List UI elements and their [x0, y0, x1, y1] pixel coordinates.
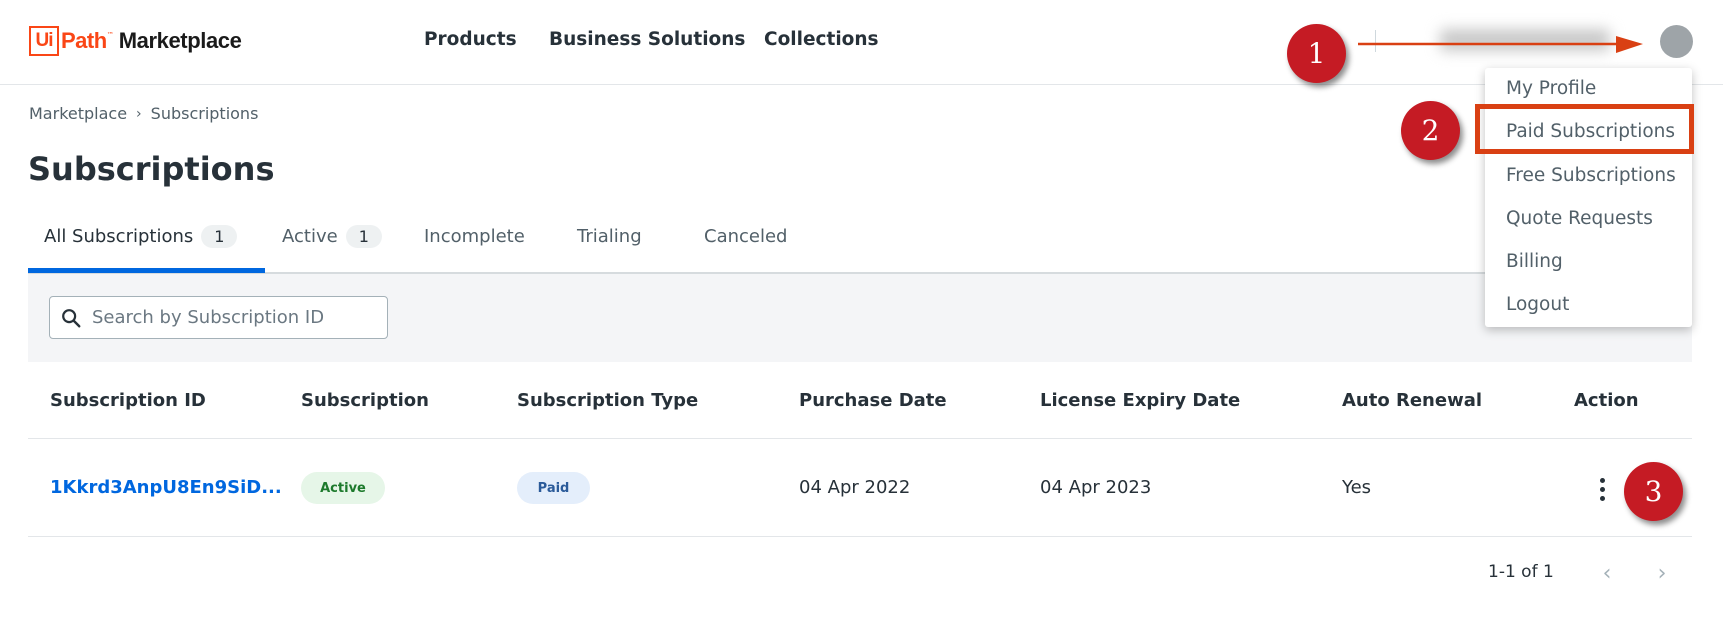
- logo-ui-mark: Ui: [29, 26, 59, 56]
- breadcrumb: Marketplace › Subscriptions: [29, 104, 258, 123]
- table-row-divider: [28, 536, 1692, 537]
- tab-all-subscriptions[interactable]: All Subscriptions 1: [44, 225, 238, 248]
- column-header-action: Action: [1574, 390, 1639, 411]
- search-input[interactable]: [90, 306, 384, 329]
- column-header-subscription-id[interactable]: Subscription ID: [50, 390, 206, 411]
- tab-active[interactable]: Active 1: [282, 225, 382, 248]
- tab-canceled[interactable]: Canceled: [704, 226, 787, 247]
- menu-item-my-profile[interactable]: My Profile: [1506, 78, 1596, 99]
- type-badge: Paid: [517, 472, 590, 504]
- tab-count-badge: 1: [201, 225, 238, 248]
- column-header-subscription-type[interactable]: Subscription Type: [517, 390, 698, 411]
- expiry-date-cell: 04 Apr 2023: [1040, 477, 1152, 498]
- annotation-highlight-box: [1475, 104, 1694, 154]
- annotation-marker-2: 2: [1401, 101, 1460, 160]
- menu-item-free-subscriptions[interactable]: Free Subscriptions: [1506, 165, 1676, 186]
- search-field[interactable]: [49, 296, 388, 339]
- search-icon: [62, 308, 81, 327]
- column-header-purchase-date[interactable]: Purchase Date: [799, 390, 947, 411]
- logo-path-text: Path: [61, 28, 107, 53]
- page-title: Subscriptions: [28, 150, 275, 188]
- tab-label: Trialing: [577, 226, 642, 247]
- auto-renewal-cell: Yes: [1342, 477, 1372, 498]
- tab-label: Canceled: [704, 226, 788, 247]
- tab-count-badge: 1: [345, 225, 382, 248]
- chevron-right-icon[interactable]: ›: [1650, 560, 1674, 586]
- column-header-license-expiry-date[interactable]: License Expiry Date: [1040, 390, 1240, 411]
- tab-incomplete[interactable]: Incomplete: [424, 226, 525, 247]
- nav-collections[interactable]: Collections: [764, 29, 879, 50]
- column-header-subscription[interactable]: Subscription: [301, 390, 429, 411]
- uipath-marketplace-logo[interactable]: Ui Path ™ Marketplace: [29, 25, 242, 57]
- active-tab-indicator: [28, 268, 265, 273]
- chevron-right-icon: ›: [136, 105, 142, 122]
- breadcrumb-subscriptions: Subscriptions: [150, 104, 259, 123]
- breadcrumb-marketplace[interactable]: Marketplace: [29, 104, 127, 123]
- tab-label: Incomplete: [424, 226, 525, 247]
- nav-business-solutions[interactable]: Business Solutions: [549, 29, 745, 50]
- logo-trademark: ™: [106, 31, 114, 39]
- more-actions-icon[interactable]: [1590, 474, 1614, 504]
- tab-label: All Subscriptions: [44, 226, 194, 247]
- user-avatar[interactable]: [1660, 25, 1693, 58]
- annotation-marker-1: 1: [1287, 24, 1346, 83]
- logo-marketplace-text: Marketplace: [118, 28, 242, 53]
- pagination-summary: 1-1 of 1: [1488, 562, 1554, 582]
- menu-item-logout[interactable]: Logout: [1506, 294, 1569, 315]
- annotation-arrow: [1358, 36, 1643, 53]
- menu-item-billing[interactable]: Billing: [1506, 251, 1563, 272]
- chevron-left-icon[interactable]: ‹: [1595, 560, 1619, 586]
- tab-label: Active: [282, 226, 338, 247]
- menu-item-quote-requests[interactable]: Quote Requests: [1506, 208, 1653, 229]
- status-badge: Active: [301, 472, 385, 504]
- annotation-marker-3: 3: [1624, 462, 1683, 521]
- purchase-date-cell: 04 Apr 2022: [799, 477, 911, 498]
- tab-trialing[interactable]: Trialing: [577, 226, 642, 247]
- column-header-auto-renewal[interactable]: Auto Renewal: [1342, 390, 1482, 411]
- table-header-divider: [28, 438, 1692, 439]
- nav-products[interactable]: Products: [424, 29, 517, 50]
- subscription-id-link[interactable]: 1Kkrd3AnpU8En9SiD...: [50, 477, 282, 498]
